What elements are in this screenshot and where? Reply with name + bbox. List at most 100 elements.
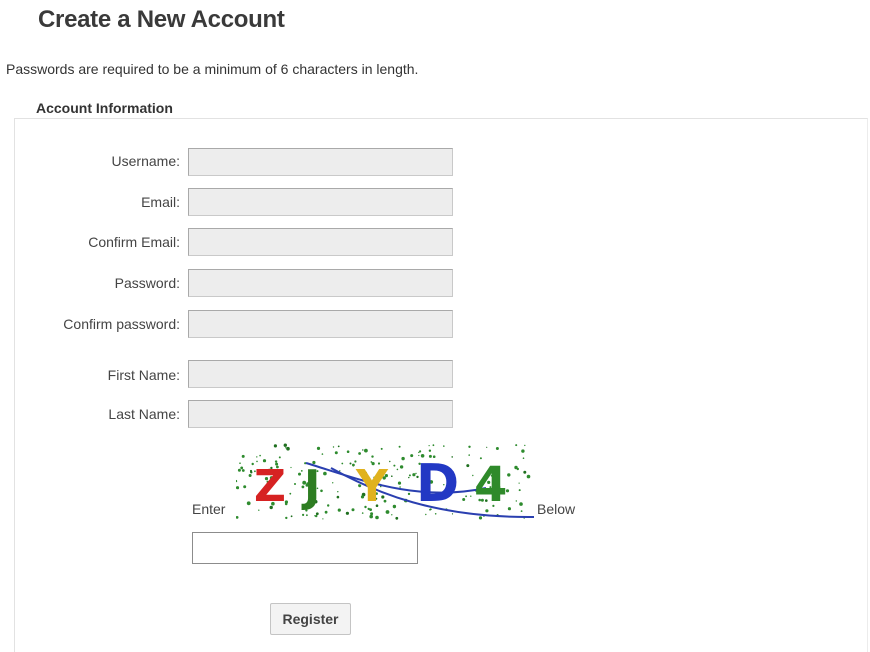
register-button[interactable]: Register — [270, 603, 351, 635]
captcha-noise-dot — [395, 516, 399, 520]
captcha-noise-dot — [236, 516, 239, 519]
captcha-noise-dot — [323, 471, 327, 476]
confirm-email-label: Confirm Email: — [88, 234, 180, 250]
captcha-letter: 4 — [474, 457, 507, 513]
captcha-noise-dot — [518, 482, 520, 484]
password-requirement-notice: Passwords are required to be a minimum o… — [6, 61, 419, 77]
captcha-input[interactable] — [192, 532, 418, 564]
captcha-noise-dot — [249, 469, 253, 473]
captcha-noise-dot — [507, 507, 511, 511]
captcha-noise-dot — [507, 473, 511, 477]
last-name-input[interactable] — [188, 400, 453, 428]
captcha-noise-dot — [370, 512, 374, 516]
captcha-noise-dot — [248, 474, 252, 477]
captcha-noise-dot — [337, 508, 341, 512]
captcha-letter: J — [301, 461, 320, 512]
captcha-noise-dot — [380, 447, 383, 450]
captcha-noise-dot — [337, 491, 339, 493]
captcha-noise-dot — [425, 513, 427, 516]
captcha-noise-dot — [361, 512, 364, 514]
captcha-noise-dot — [521, 449, 525, 453]
captcha-letters: ZJYD4 — [254, 454, 507, 514]
captcha-noise-dot — [337, 445, 340, 448]
captcha-noise-dot — [515, 444, 518, 447]
captcha-noise-dot — [466, 464, 470, 468]
captcha-noise-dot — [332, 446, 335, 448]
captcha-noise-dot — [241, 469, 245, 472]
password-input[interactable] — [188, 269, 453, 297]
captcha-noise-dot — [389, 460, 391, 463]
captcha-noise-dot — [401, 456, 405, 461]
captcha-noise-dot — [407, 492, 411, 496]
captcha-noise-dot — [241, 454, 245, 458]
password-label: Password: — [114, 275, 180, 291]
captcha-noise-dot — [315, 512, 319, 516]
captcha-noise-dot — [495, 447, 499, 450]
captcha-noise-dot — [300, 470, 303, 472]
captcha-noise-dot — [391, 514, 393, 516]
username-input[interactable] — [188, 148, 453, 176]
captcha-noise-dot — [364, 448, 368, 453]
captcha-noise-dot — [428, 449, 432, 452]
email-input[interactable] — [188, 188, 453, 216]
captcha-noise-dot — [371, 455, 374, 458]
captcha-noise-dot — [465, 495, 467, 498]
captcha-noise-dot — [352, 463, 355, 467]
last-name-label: Last Name: — [108, 406, 180, 422]
captcha-letter: D — [416, 454, 459, 514]
captcha-noise-dot — [278, 456, 281, 459]
captcha-noise-dot — [239, 462, 241, 464]
captcha-noise-dot — [334, 451, 338, 455]
captcha-noise-dot — [393, 464, 396, 467]
captcha-noise-dot — [243, 485, 247, 489]
captcha-noise-dot — [398, 445, 401, 448]
confirm-password-label: Confirm password: — [63, 316, 180, 332]
captcha-noise-dot — [289, 492, 292, 495]
captcha-noise-dot — [526, 474, 531, 479]
captcha-noise-dot — [468, 445, 471, 448]
first-name-input[interactable] — [188, 360, 453, 388]
captcha-noise-dot — [322, 518, 324, 520]
captcha-noise-dot — [408, 476, 410, 479]
captcha-letter: Y — [355, 461, 389, 512]
captcha-noise-dot — [408, 474, 411, 477]
captcha-noise-dot — [236, 479, 238, 483]
captcha-noise-dot — [515, 500, 517, 502]
account-information-legend: Account Information — [33, 100, 176, 116]
captcha-noise-dot — [397, 481, 402, 485]
captcha-noise-dot — [283, 443, 287, 447]
username-label: Username: — [111, 153, 180, 169]
captcha-noise-dot — [362, 449, 364, 451]
captcha-noise-dot — [369, 514, 373, 519]
captcha-noise-dot — [391, 475, 393, 477]
captcha-noise-dot — [396, 468, 399, 471]
confirm-email-input[interactable] — [188, 228, 453, 256]
captcha-noise-dot — [259, 454, 261, 457]
captcha-noise-dot — [285, 447, 287, 449]
captcha-noise-dot — [346, 450, 350, 453]
captcha-noise-dot — [332, 482, 334, 484]
captcha-noise-dot — [290, 515, 293, 518]
captcha-noise-dot — [399, 486, 401, 488]
first-name-label: First Name: — [107, 367, 180, 383]
captcha-noise-dot — [341, 462, 344, 465]
captcha-noise-dot — [393, 506, 396, 509]
captcha-noise-dot — [518, 489, 521, 492]
captcha-noise-dot — [316, 446, 321, 450]
confirm-password-input[interactable] — [188, 310, 453, 338]
captcha-noise-dot — [336, 495, 340, 499]
captcha-noise-dot — [351, 508, 355, 512]
captcha-noise-dot — [320, 489, 323, 493]
captcha-noise-dot — [462, 498, 466, 501]
captcha-below-label: Below — [537, 501, 576, 517]
captcha-noise-dot — [345, 511, 349, 515]
captcha-noise-dot — [443, 445, 445, 447]
captcha-noise-dot — [298, 472, 301, 476]
captcha-noise-dot — [514, 465, 518, 470]
captcha-noise-dot — [236, 486, 240, 490]
captcha-noise-dot — [237, 468, 241, 472]
captcha-noise-dot — [468, 454, 470, 456]
captcha-noise-dot — [324, 510, 328, 514]
captcha-noise-dot — [273, 444, 277, 448]
captcha-noise-dot — [285, 516, 288, 520]
